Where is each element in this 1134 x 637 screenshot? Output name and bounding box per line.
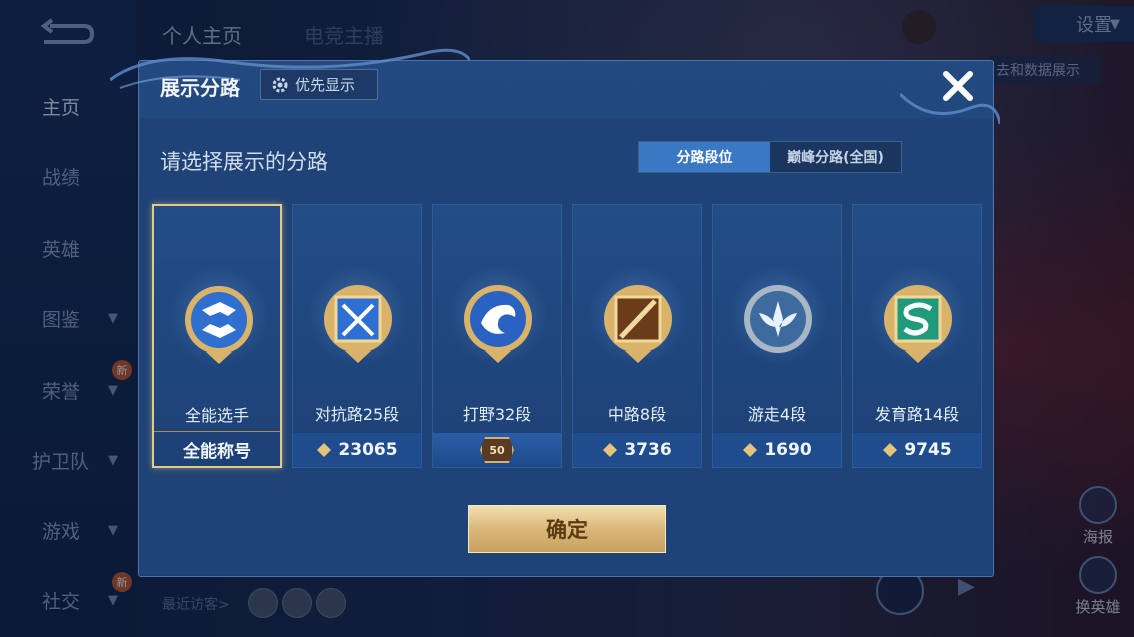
lane-card-farm[interactable]: 发育路14段 9745 [852,204,982,468]
medal-badge: 50 [480,437,514,463]
lane-footer: 23065 [293,433,421,467]
all-round-icon [185,286,253,364]
lane-power-value: 1690 [764,440,812,460]
power-icon [883,443,898,457]
dialog-title: 展示分路 [160,76,240,100]
segment-control: 分路段位 巅峰分路(全国) [638,141,902,173]
lane-footer: 3736 [573,433,701,467]
lane-name: 发育路14段 [874,405,960,424]
jungle-icon [464,285,532,363]
power-icon [317,443,332,457]
lane-footer: 9745 [853,433,981,467]
lane-power-value: 23065 [338,440,398,460]
power-icon [603,443,618,457]
lane-name: 对抗路25段 [314,405,400,424]
lane-footer: 50 [433,433,561,467]
clash-lane-icon [324,285,392,363]
dialog-subtitle: 请选择展示的分路 [160,150,328,174]
lane-card-roam[interactable]: 游走4段 1690 [712,204,842,468]
lane-footer: 全能称号 [154,431,280,466]
confirm-button[interactable]: 确定 [468,505,666,553]
lane-name: 全能选手 [184,406,249,425]
lane-power-value: 3736 [624,440,672,460]
priority-label: 优先显示 [295,76,356,94]
medal-value: 50 [489,443,505,457]
lane-name: 中路8段 [607,405,667,424]
lane-card-all-round[interactable]: 全能选手 全能称号 [152,204,282,468]
priority-display-button[interactable]: 优先显示 [260,69,378,100]
lane-name: 打野32段 [462,405,532,424]
lane-card-mid[interactable]: 中路8段 3736 [572,204,702,468]
close-icon[interactable] [936,64,980,108]
lane-footer-text: 全能称号 [183,441,251,462]
lane-card-jungle[interactable]: 打野32段 50 [432,204,562,468]
mid-lane-icon [604,285,672,363]
lane-footer: 1690 [713,433,841,467]
lane-card-clash[interactable]: 对抗路25段 23065 [292,204,422,468]
tab-lane-rank[interactable]: 分路段位 [639,142,770,172]
roam-icon [744,285,812,353]
lane-power-value: 9745 [904,440,952,460]
farm-lane-icon [884,285,952,363]
lane-name: 游走4段 [747,405,807,424]
power-icon [743,443,758,457]
gear-icon [272,77,288,92]
tab-peak-lane[interactable]: 巅峰分路(全国) [770,142,901,172]
